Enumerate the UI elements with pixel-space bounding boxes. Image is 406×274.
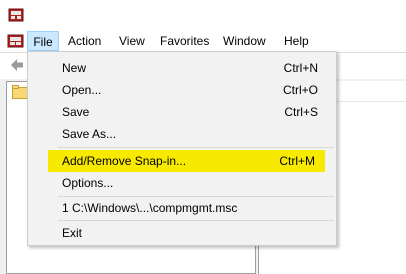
menu-item-label: Open... xyxy=(62,83,102,97)
menu-item-label: Options... xyxy=(62,176,114,190)
menu-item-label: New xyxy=(62,61,87,75)
folder-icon[interactable] xyxy=(12,85,28,99)
mmc-document-icon[interactable] xyxy=(7,32,25,50)
menu-item-save[interactable]: Save Ctrl+S xyxy=(30,101,334,123)
menu-item-label: 1 C:\Windows\...\compmgmt.msc xyxy=(62,201,238,215)
menu-item-label: Add/Remove Snap-in... xyxy=(62,154,187,168)
menu-item-label: Save As... xyxy=(62,127,117,141)
menu-item-label: Save xyxy=(62,105,90,119)
mmc-app-icon xyxy=(8,8,24,22)
menu-window[interactable]: Window xyxy=(216,30,273,52)
file-menu-dropdown: New Ctrl+N Open... Ctrl+O Save Ctrl+S Sa… xyxy=(27,51,337,246)
menu-item-shortcut: Ctrl+M xyxy=(279,154,315,168)
menu-favorites[interactable]: Favorites xyxy=(153,30,216,52)
menu-item-open[interactable]: Open... Ctrl+O xyxy=(30,79,334,101)
menu-item-label: Exit xyxy=(62,226,83,240)
menu-item-exit[interactable]: Exit xyxy=(30,222,334,244)
menu-action[interactable]: Action xyxy=(61,30,108,52)
back-arrow-icon[interactable] xyxy=(9,57,25,73)
menu-item-shortcut: Ctrl+O xyxy=(282,83,318,97)
menu-view[interactable]: View xyxy=(112,30,152,52)
menu-item-add-remove-snap-in[interactable]: Add/Remove Snap-in... Ctrl+M xyxy=(48,150,325,172)
title-bar xyxy=(0,0,406,30)
menu-separator xyxy=(58,147,334,148)
menu-help[interactable]: Help xyxy=(277,30,316,52)
menu-separator xyxy=(58,220,334,221)
menu-item-recent-file[interactable]: 1 C:\Windows\...\compmgmt.msc xyxy=(30,197,334,219)
menu-item-new[interactable]: New Ctrl+N xyxy=(30,57,334,79)
menu-file[interactable]: File xyxy=(27,31,59,51)
menu-item-shortcut: Ctrl+N xyxy=(283,61,318,75)
menu-item-save-as[interactable]: Save As... xyxy=(30,123,334,145)
menu-item-shortcut: Ctrl+S xyxy=(284,105,318,119)
menu-item-options[interactable]: Options... xyxy=(30,172,334,194)
